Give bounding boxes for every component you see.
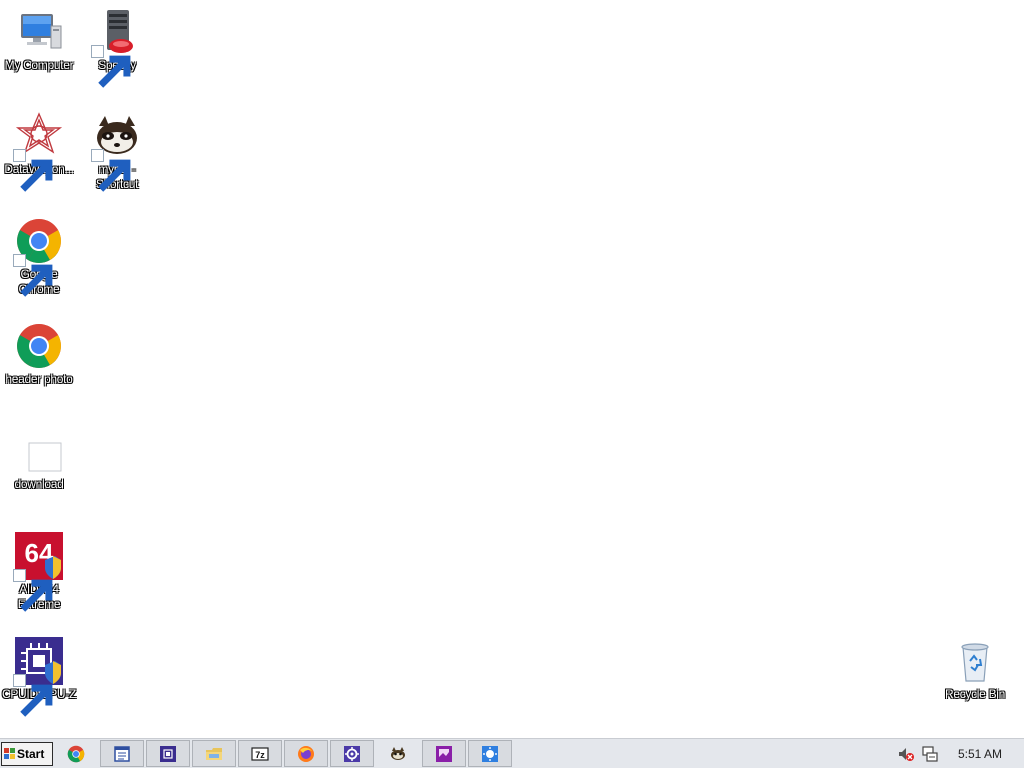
desktop-icon-datawagon[interactable]: DataWagon... — [0, 112, 78, 192]
7zip-icon: 7z — [251, 746, 269, 761]
notepad-icon — [114, 745, 130, 762]
cpu-chip-icon — [160, 745, 176, 762]
speccy-icon — [91, 8, 141, 88]
desktop-icon-header-photo[interactable]: header photo — [0, 322, 78, 387]
shortcut-arrow-icon — [13, 569, 53, 612]
image-editor-icon — [436, 745, 452, 762]
mypal-icon — [391, 746, 405, 760]
chrome-icon — [13, 217, 63, 297]
shortcut-arrow-icon — [91, 45, 131, 88]
start-label: Start — [17, 747, 45, 761]
chrome-icon — [15, 322, 63, 370]
chrome-icon — [67, 745, 85, 762]
taskbar-7zip-button[interactable]: 7z — [238, 740, 282, 767]
firefox-icon — [298, 745, 314, 762]
utility-icon — [482, 745, 498, 762]
shortcut-arrow-icon — [13, 254, 53, 297]
file-explorer-icon — [206, 747, 222, 760]
desktop-icon-recycle-bin[interactable]: Recycle Bin — [936, 637, 1014, 702]
recycle-bin-icon — [951, 637, 999, 685]
settings-gear-icon — [344, 745, 360, 762]
taskbar: Start 7z 5:51 AM — [0, 738, 1024, 768]
shortcut-arrow-icon — [91, 149, 131, 192]
desktop-icon-my-computer[interactable]: My Computer — [0, 8, 78, 73]
desktop-icon-speccy[interactable]: Speccy — [78, 8, 156, 88]
desktop-icon-label: header photo — [5, 372, 73, 386]
windows-flag-icon — [4, 748, 15, 759]
desktop-icon-cpu-z[interactable]: CPUID CPU-Z — [0, 637, 78, 717]
cpu-z-icon — [13, 637, 63, 717]
aida64-icon: 64 — [13, 532, 63, 612]
desktop-icon-aida64[interactable]: 64 AIDA64 Extreme — [0, 532, 78, 612]
taskbar-file-explorer-button[interactable] — [192, 740, 236, 767]
shortcut-arrow-icon — [13, 674, 53, 717]
desktop-icon-mypal[interactable]: mypal - Shortcut — [78, 112, 156, 192]
taskbar-image-editor-button[interactable] — [422, 740, 466, 767]
shortcut-arrow-icon — [13, 149, 53, 192]
desktop-icon-label: My Computer — [4, 58, 74, 72]
raccoon-icon — [91, 112, 141, 192]
taskbar-settings-button[interactable] — [330, 740, 374, 767]
taskbar-chrome-button[interactable] — [54, 740, 98, 767]
start-button[interactable]: Start — [1, 742, 53, 766]
desktop-icon-label: download — [14, 477, 64, 491]
datawagon-icon — [13, 112, 63, 192]
svg-text:7z: 7z — [255, 750, 265, 760]
taskbar-notepad-button[interactable] — [100, 740, 144, 767]
taskbar-firefox-button[interactable] — [284, 740, 328, 767]
volume-muted-icon[interactable] — [897, 745, 915, 763]
taskbar-cpu-z-button[interactable] — [146, 740, 190, 767]
desktop: My Computer Speccy DataWagon... mypal - … — [0, 0, 1024, 738]
blank-file-icon — [15, 427, 63, 475]
desktop-icon-download[interactable]: download — [0, 427, 78, 492]
taskbar-utility-button[interactable] — [468, 740, 512, 767]
desktop-icon-label: Recycle Bin — [944, 687, 1006, 701]
computer-icon — [15, 8, 63, 56]
taskbar-mypal-button[interactable] — [376, 740, 420, 767]
network-icon[interactable] — [921, 745, 939, 763]
system-clock[interactable]: 5:51 AM — [952, 747, 1008, 761]
desktop-icon-google-chrome[interactable]: Google Chrome — [0, 217, 78, 297]
